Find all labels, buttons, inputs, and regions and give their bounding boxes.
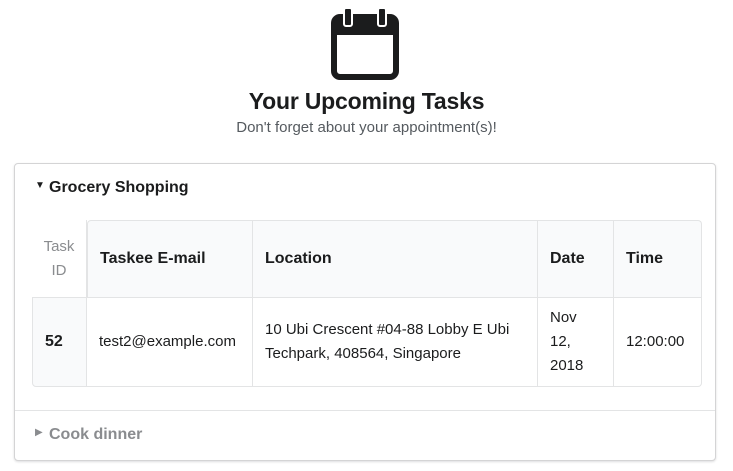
calendar-icon [331, 7, 399, 80]
accordion-divider [15, 410, 715, 411]
accordion-title-label: Grocery Shopping [49, 179, 189, 197]
caret-right-icon: ▶ [35, 427, 43, 438]
column-header-time: Time [614, 220, 702, 297]
page-subtitle: Don't forget about your appointment(s)! [236, 119, 497, 136]
task-table: Task ID Taskee E-mail Location Date Time… [32, 220, 702, 387]
column-header-date: Date [538, 220, 614, 297]
date-cell: Nov 12, 2018 [538, 297, 614, 387]
table-header-row: Task ID Taskee E-mail Location Date Time [32, 220, 702, 297]
accordion-title-label: Cook dinner [49, 426, 143, 444]
task-id-cell: 52 [32, 297, 87, 387]
column-header-location: Location [253, 220, 538, 297]
tasks-accordion: ▼ Grocery Shopping Task ID Taskee E-mail … [14, 163, 716, 461]
page-title: Your Upcoming Tasks [248, 88, 485, 114]
column-header-email: Taskee E-mail [87, 220, 253, 297]
location-cell: 10 Ubi Crescent #04-88 Lobby E Ubi Techp… [253, 297, 538, 387]
accordion-title-grocery-shopping[interactable]: ▼ Grocery Shopping [35, 176, 189, 200]
table-row: 52 test2@example.com 10 Ubi Crescent #04… [32, 297, 702, 387]
column-header-task-id: Task ID [32, 220, 87, 297]
caret-down-icon: ▼ [35, 180, 45, 191]
accordion-title-cook-dinner[interactable]: ▶ Cook dinner [35, 423, 142, 447]
time-cell: 12:00:00 [614, 297, 702, 387]
email-cell: test2@example.com [87, 297, 253, 387]
